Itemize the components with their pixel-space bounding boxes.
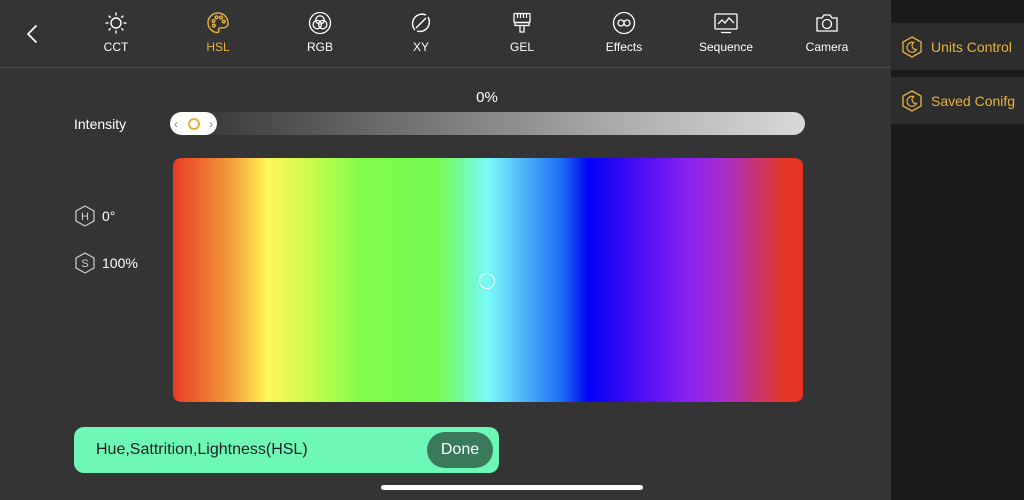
intensity-slider[interactable]: ‹ › [170, 112, 805, 135]
tab-xy[interactable]: XY [376, 10, 466, 60]
back-button[interactable] [18, 20, 46, 48]
sequence-monitor-icon [713, 10, 739, 36]
mode-info-bar: Hue,Sattrition,Lightness(HSL) Done [74, 427, 499, 473]
hue-readout: H 0° [74, 205, 115, 227]
tab-sequence[interactable]: Sequence [681, 10, 771, 60]
sidebar-item-units-control[interactable]: Units Control [891, 23, 1024, 70]
saturation-value: 100% [102, 255, 138, 271]
tab-label: Effects [605, 40, 643, 54]
tab-cct[interactable]: CCT [71, 10, 161, 60]
tab-gel[interactable]: GEL [477, 10, 567, 60]
mode-description: Hue,Sattrition,Lightness(HSL) [96, 441, 308, 458]
saturation-hexagon-icon: S [75, 252, 95, 274]
tab-effects[interactable]: Effects [579, 10, 669, 60]
sidebar-item-label: Saved Conifg [931, 92, 1016, 109]
thumb-dot [187, 117, 200, 130]
moon-hexagon-icon [902, 35, 922, 58]
svg-text:H: H [81, 211, 89, 223]
gel-brush-icon [509, 10, 535, 36]
svg-text:S: S [81, 258, 88, 270]
tab-hsl[interactable]: HSL [173, 10, 263, 60]
tab-label: HSL [206, 40, 230, 54]
hue-value: 0° [102, 208, 116, 224]
chevron-right-icon: › [209, 116, 213, 131]
hue-saturation-picker[interactable] [173, 158, 803, 402]
intensity-slider-thumb[interactable]: ‹ › [170, 112, 217, 135]
color-picker-cursor[interactable] [479, 273, 495, 289]
sun-icon [103, 10, 129, 36]
intensity-label: Intensity [74, 116, 127, 132]
tab-label: CCT [103, 40, 129, 54]
main-panel: CCT HSL RGB XY GEL Effects Sequence Came… [0, 0, 891, 500]
tab-rgb[interactable]: RGB [275, 10, 365, 60]
xy-icon [408, 10, 434, 36]
right-sidebar: Units Control Saved Conifg [891, 0, 1024, 500]
sidebar-item-label: Units Control [931, 38, 1012, 55]
intensity-value: 0% [476, 89, 498, 106]
camera-icon [814, 10, 840, 36]
tab-camera[interactable]: Camera [782, 10, 872, 60]
done-button[interactable]: Done [427, 432, 493, 468]
home-indicator[interactable] [381, 485, 643, 490]
sidebar-item-saved-config[interactable]: Saved Conifg [891, 77, 1024, 124]
hue-hexagon-icon: H [75, 205, 95, 227]
tab-label: XY [412, 40, 429, 54]
moon-hexagon-icon [902, 89, 922, 112]
chevron-left-icon [27, 25, 37, 43]
chevron-left-icon: ‹ [174, 116, 178, 131]
palette-icon [205, 10, 231, 36]
mode-tab-bar: CCT HSL RGB XY GEL Effects Sequence Came… [0, 0, 891, 68]
saturation-readout: S 100% [74, 252, 138, 274]
tab-label: Sequence [698, 40, 754, 54]
tab-label: Camera [805, 40, 849, 54]
tab-label: GEL [509, 40, 534, 54]
effects-icon [611, 10, 637, 36]
tab-label: RGB [306, 40, 333, 54]
rgb-circles-icon [307, 10, 333, 36]
